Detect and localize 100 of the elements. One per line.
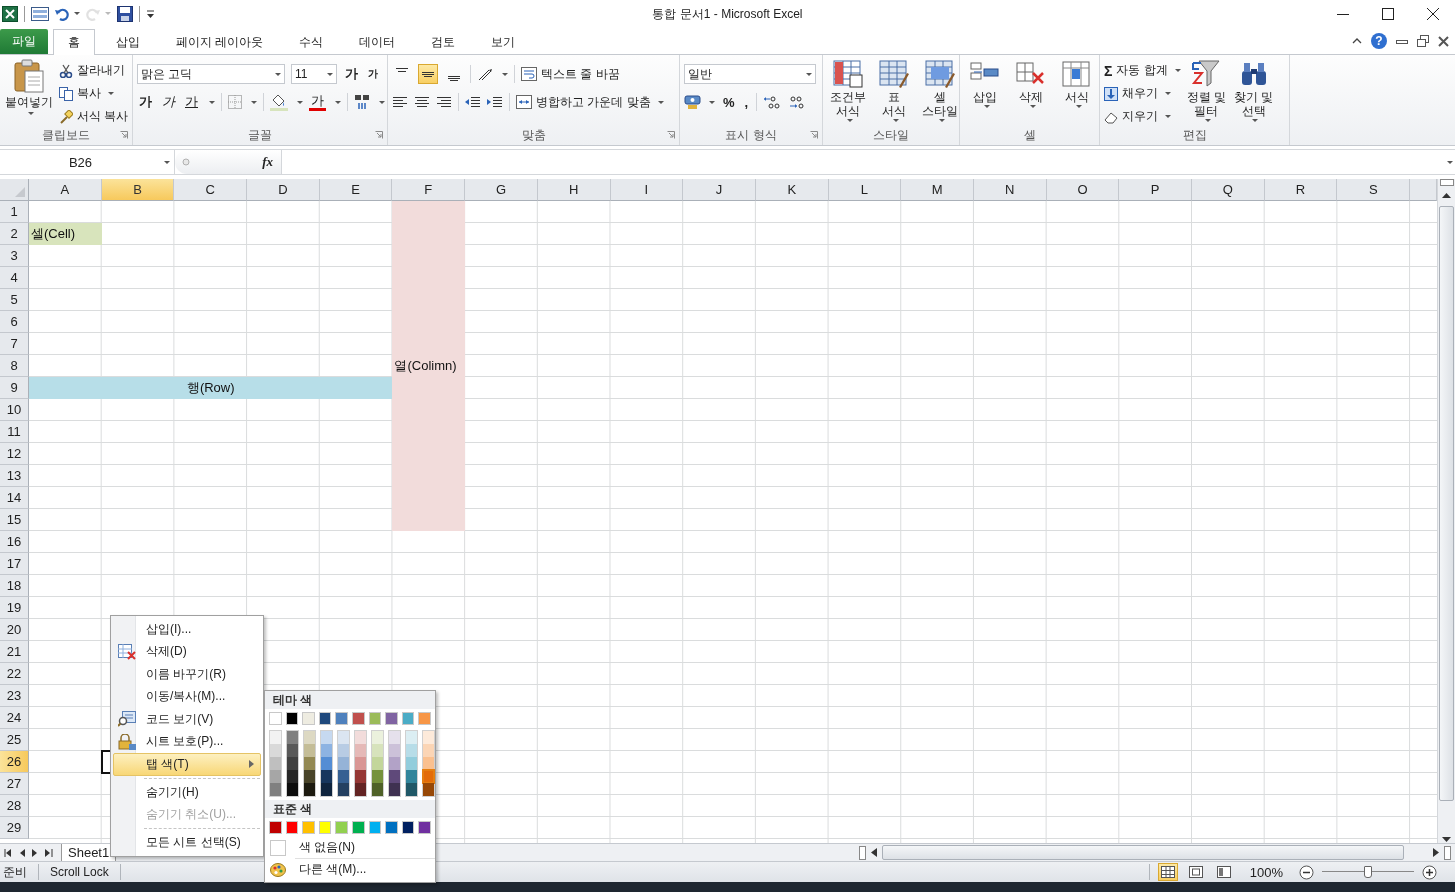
sort-filter-button[interactable]: 정렬 및 필터 — [1184, 59, 1229, 122]
help-button[interactable]: ? — [1371, 33, 1387, 49]
cell-command-button[interactable]: 삭제 — [1010, 59, 1052, 108]
row-header[interactable]: 17 — [0, 553, 29, 575]
color-swatch[interactable] — [406, 770, 417, 783]
color-swatch[interactable] — [270, 783, 281, 796]
color-swatch[interactable] — [321, 731, 332, 744]
italic-button[interactable]: 가 — [160, 93, 177, 111]
menu-item[interactable]: 이름 바꾸기(R) — [113, 663, 261, 686]
color-swatch[interactable] — [285, 821, 299, 834]
merge-center-button[interactable]: 병합하고 가운데 맞춤 — [516, 93, 664, 111]
menu-item[interactable]: 탭 색(T) — [113, 753, 261, 776]
row-header[interactable]: 23 — [0, 685, 29, 707]
color-swatch[interactable] — [338, 783, 349, 796]
bold-button[interactable]: 가 — [137, 93, 154, 111]
row-header[interactable]: 6 — [0, 311, 29, 333]
row-header[interactable]: 24 — [0, 707, 29, 729]
color-swatch[interactable] — [321, 757, 332, 770]
row-header[interactable]: 22 — [0, 663, 29, 685]
row-header[interactable]: 1 — [0, 201, 29, 223]
dialog-launcher-icon[interactable] — [810, 131, 818, 139]
menu-item[interactable]: 시트 보호(P)... — [113, 730, 261, 753]
split-handle-icon[interactable] — [859, 845, 866, 860]
column-header[interactable]: J — [683, 179, 756, 201]
row-header[interactable]: 11 — [0, 421, 29, 443]
underline-button[interactable]: 가 — [183, 93, 200, 111]
minimize-icon[interactable] — [1396, 37, 1408, 45]
decrease-decimal-icon[interactable] — [787, 95, 806, 109]
color-swatch[interactable] — [368, 821, 382, 834]
increase-decimal-icon[interactable] — [763, 95, 782, 109]
percent-style-button[interactable]: % — [721, 94, 737, 110]
style-command-button[interactable]: 조건부 서식 — [827, 59, 869, 122]
shrink-font-button[interactable]: 가 — [366, 67, 380, 81]
color-swatch[interactable] — [372, 757, 383, 770]
fill-button[interactable]: 채우기 — [1104, 85, 1181, 102]
color-swatch[interactable] — [321, 783, 332, 796]
color-swatch[interactable] — [355, 783, 366, 796]
color-swatch[interactable] — [302, 821, 315, 834]
color-swatch[interactable] — [270, 744, 281, 757]
column-header[interactable]: Q — [1192, 179, 1265, 201]
color-swatch[interactable] — [423, 731, 434, 744]
comma-style-button[interactable]: , — [742, 94, 751, 110]
color-swatch[interactable] — [389, 783, 400, 796]
find-select-button[interactable]: 찾기 및 선택 — [1232, 59, 1276, 122]
ribbon-tab[interactable]: 삽입 — [101, 29, 155, 54]
close-icon[interactable] — [1438, 35, 1449, 47]
font-name-field[interactable]: 맑은 고딕 — [137, 64, 285, 84]
sheet-tab[interactable]: Sheet1 — [61, 843, 117, 862]
color-swatch[interactable] — [270, 731, 281, 744]
wrap-text-button[interactable]: 텍스트 줄 바꿈 — [521, 65, 620, 83]
color-swatch[interactable] — [287, 770, 298, 783]
number-format-field[interactable]: 일반 — [684, 64, 816, 84]
color-swatch[interactable] — [335, 712, 348, 725]
color-swatch[interactable] — [318, 821, 332, 834]
color-swatch[interactable] — [270, 770, 281, 783]
ribbon-tab[interactable]: 데이터 — [344, 29, 411, 54]
color-swatch[interactable] — [368, 712, 382, 725]
horizontal-align-icon[interactable] — [392, 95, 408, 109]
color-swatch[interactable] — [385, 712, 398, 725]
next-sheet-icon[interactable] — [32, 848, 38, 857]
close-icon[interactable] — [1427, 7, 1439, 20]
color-swatch[interactable] — [302, 712, 315, 725]
scroll-up-icon[interactable] — [1442, 192, 1451, 198]
zoom-level[interactable]: 100% — [1249, 864, 1283, 880]
ribbon-tab[interactable]: 수식 — [284, 29, 339, 54]
color-swatch[interactable] — [423, 770, 434, 783]
row-header[interactable]: 14 — [0, 487, 29, 509]
row-header[interactable]: 10 — [0, 399, 29, 421]
column-header[interactable]: I — [610, 179, 684, 201]
dialog-launcher-icon[interactable] — [667, 131, 675, 139]
row-header[interactable]: 25 — [0, 729, 29, 751]
row-header[interactable]: 16 — [0, 531, 29, 553]
column-header[interactable]: P — [1119, 179, 1192, 201]
row-header[interactable]: 8 — [0, 355, 29, 377]
slider-thumb[interactable] — [1364, 866, 1372, 878]
clear-button[interactable]: 지우기 — [1104, 108, 1181, 125]
currency-button[interactable] — [684, 93, 715, 111]
row-header[interactable]: 12 — [0, 443, 29, 465]
column-header[interactable]: B — [101, 179, 175, 201]
color-swatch[interactable] — [318, 712, 332, 725]
scroll-left-icon[interactable] — [871, 848, 877, 857]
split-handle-icon[interactable] — [1444, 845, 1451, 860]
column-header[interactable]: A — [29, 179, 102, 201]
color-swatch[interactable] — [270, 757, 281, 770]
color-swatch[interactable] — [321, 744, 332, 757]
ribbon-tab[interactable]: 보기 — [476, 29, 531, 54]
column-header[interactable]: C — [174, 179, 248, 201]
color-swatch[interactable] — [418, 712, 431, 725]
color-swatch[interactable] — [351, 821, 365, 834]
color-swatch[interactable] — [304, 770, 315, 783]
split-handle-icon[interactable] — [1439, 179, 1454, 186]
resize-handle-icon[interactable] — [181, 157, 191, 167]
column-header[interactable]: D — [247, 179, 320, 201]
color-swatch[interactable] — [406, 783, 417, 796]
row-header[interactable]: 7 — [0, 333, 29, 355]
insert-function-button[interactable]: fx — [262, 154, 273, 170]
color-swatch[interactable] — [287, 744, 298, 757]
dialog-launcher-icon[interactable] — [120, 131, 128, 139]
color-swatch[interactable] — [389, 744, 400, 757]
color-swatch[interactable] — [269, 712, 282, 725]
